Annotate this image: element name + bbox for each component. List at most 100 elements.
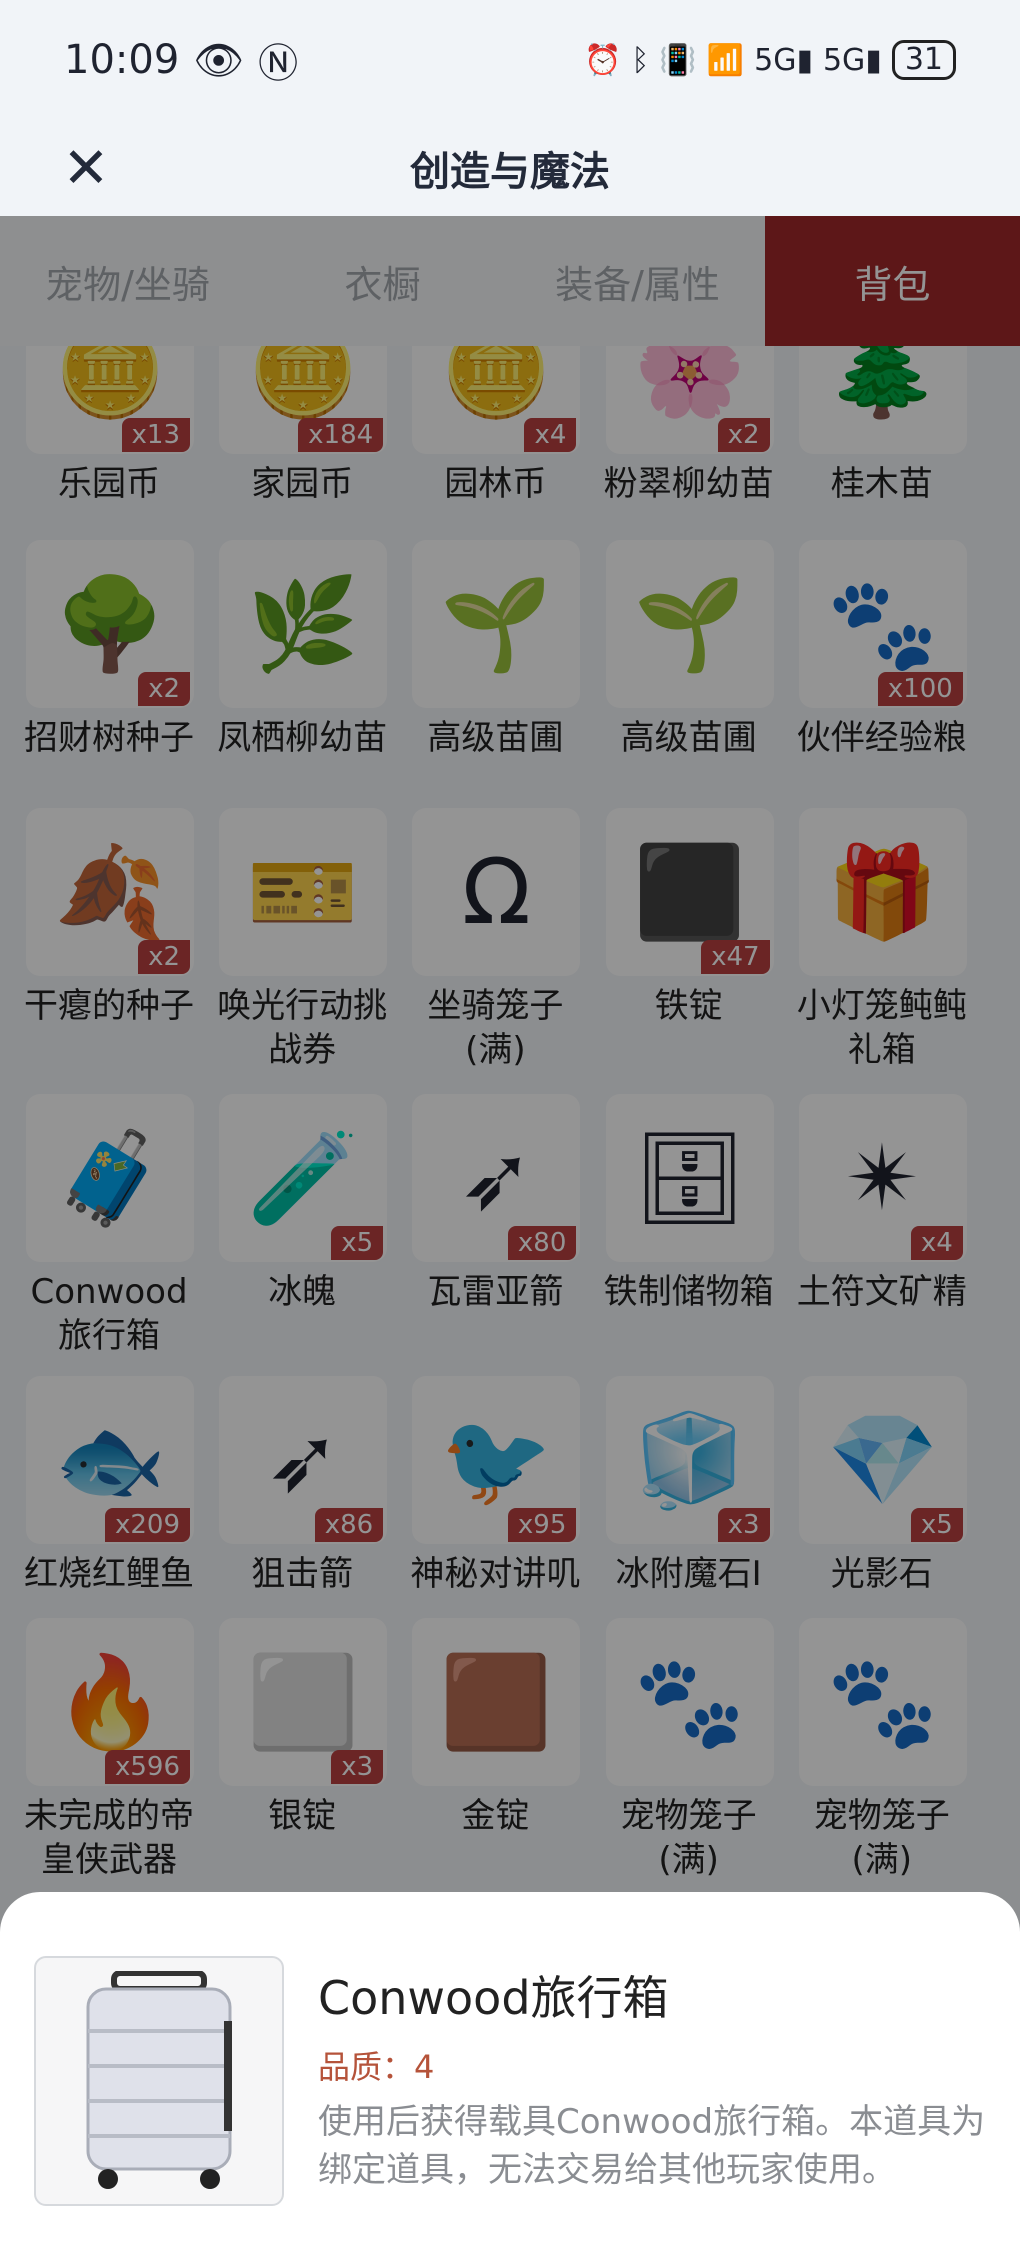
item-name: 唤光行动挑战券 (217, 986, 388, 1070)
item-name: 桂木苗 (830, 464, 933, 504)
item-name: 粉翠柳幼苗 (603, 464, 774, 504)
item-count-badge: x47 (701, 940, 770, 974)
silver-ingot-icon: ⬜ x3 (219, 1618, 388, 1786)
tab-bar: 宠物/坐骑 衣橱 装备/属性 背包 (0, 216, 1020, 346)
mount-cage-icon: Ω (412, 808, 581, 976)
item-quality: 品质：4 (318, 2048, 435, 2086)
item-name: 宠物笼子(满) (620, 1796, 757, 1880)
close-icon[interactable]: ✕ (54, 120, 118, 216)
item-name: 凤栖柳幼苗 (217, 718, 388, 758)
item-count-badge: x2 (138, 672, 190, 706)
gold-coin-icon: 🪙 x184 (219, 346, 388, 454)
item-name: 干瘪的种子 (24, 986, 194, 1026)
signal-5g-icon: 5G▮ (822, 42, 882, 78)
stone-icon: 💎 x5 (798, 1376, 967, 1544)
fish-dish-icon: 🐟 x209 (26, 1376, 194, 1544)
eye-icon: 👁 (193, 37, 245, 84)
item-name: 高级苗圃 (620, 718, 757, 758)
item-name: 神秘对讲叽 (410, 1554, 581, 1594)
seed-bag-icon: 🌳 x2 (26, 540, 194, 708)
item-description: 使用后获得载具Conwood旅行箱。本道具为绑定道具，无法交易给其他玩家使用。 (318, 2102, 986, 2190)
item-name: 园林币 (444, 464, 547, 504)
bluetooth-icon: ᛒ (631, 42, 650, 78)
iron-ingot-icon: ⬛ x47 (605, 808, 774, 976)
item-name: 瓦雷亚箭 (427, 1272, 564, 1312)
gold-coin-icon: 🪙 x4 (412, 346, 581, 454)
item-name: 小灯笼鲀鲀礼箱 (796, 986, 967, 1070)
item-name: 铁锭 (654, 986, 723, 1026)
item-count-badge: x184 (298, 418, 384, 452)
status-time: 10:09 (64, 37, 180, 83)
item-count-badge: x86 (314, 1508, 384, 1542)
item-name: 红烧红鲤鱼 (24, 1554, 194, 1594)
seed-packet-icon: 🌿 (219, 540, 388, 708)
item-name: 银锭 (268, 1796, 337, 1836)
inventory-grid: 🪙 x13 乐园币 🪙 x184 家园币 🪙 x4 园林币 🌸 x2 粉翠柳幼苗 🌲 桂木苗 🌳 x2 招财树种… (20, 346, 1010, 1896)
gold-coin-icon: 🪙 x13 (26, 346, 194, 454)
suitcase-icon: 🧳 (26, 1094, 194, 1262)
arrow-icon: ➶ x86 (219, 1376, 388, 1544)
item-name: Conwood旅行箱 (30, 1272, 188, 1356)
status-right: ⏰ ᛒ 📳 📶 5G▮ 5G▮ 31 (584, 40, 956, 80)
item-count-badge: x2 (138, 940, 190, 974)
arrow-icon: ➶ x80 (412, 1094, 581, 1262)
item-name: 冰附魔石I (615, 1554, 762, 1594)
tab-1[interactable]: 衣橱 (255, 216, 510, 346)
dried-seed-icon: 🍂 x2 (26, 808, 194, 976)
page-title: 创造与魔法 (410, 149, 610, 195)
crystal-icon: ✴ x4 (798, 1094, 967, 1262)
item-count-badge: x209 (104, 1508, 190, 1542)
item-count-badge: x13 (121, 418, 190, 452)
item-name: 土符文矿精 (796, 1272, 967, 1312)
item-name: 高级苗圃 (427, 718, 564, 758)
item-name: 铁制储物箱 (603, 1272, 774, 1312)
gold-ingot-icon: 🟫 (412, 1618, 581, 1786)
pet-cage-icon: 🐾 (605, 1618, 774, 1786)
item-count-badge: x596 (104, 1750, 190, 1784)
item-name: 未完成的帝皇侠武器 (24, 1796, 194, 1880)
garden-fence-icon: 🌱 (605, 540, 774, 708)
alarm-icon: ⏰ (584, 42, 622, 78)
storage-box-icon: 🗄 (605, 1094, 774, 1262)
item-name: 招财树种子 (24, 718, 194, 758)
battery-icon: 31 (891, 40, 956, 80)
item-count-badge: x5 (331, 1226, 384, 1260)
item-count-badge: x4 (910, 1226, 963, 1260)
item-name: 伙伴经验粮 (796, 718, 967, 758)
vibrate-icon: 📳 (659, 42, 697, 78)
ticket-icon: 🎫 (219, 808, 388, 976)
tab-3[interactable]: 背包 (765, 216, 1020, 346)
item-title: Conwood旅行箱 (318, 1971, 669, 2025)
item-count-badge: x2 (717, 418, 770, 452)
item-name: 宠物笼子(满) (813, 1796, 950, 1880)
item-count-badge: x100 (877, 672, 963, 706)
item-name: 光影石 (830, 1554, 933, 1594)
item-name: 家园币 (251, 464, 354, 504)
tab-0[interactable]: 宠物/坐骑 (0, 216, 255, 346)
status-bar: 10:09 👁 Ⓝ ⏰ ᛒ 📳 📶 5G▮ 5G▮ 31 (0, 0, 1020, 120)
gift-box-icon: 🎁 (798, 808, 967, 976)
item-count-badge: x80 (507, 1226, 577, 1260)
item-count-badge: x4 (524, 418, 577, 452)
signal-5g-icon: 5G▮ (754, 42, 813, 78)
garden-fence-icon: 🌱 (412, 540, 581, 708)
nfc-icon: Ⓝ (258, 41, 299, 87)
paw-bag-icon: 🐾 x100 (798, 540, 967, 708)
wifi-icon: 📶 (706, 42, 745, 78)
item-count-badge: x3 (331, 1750, 384, 1784)
tab-2[interactable]: 装备/属性 (510, 216, 765, 346)
suitcase-icon (34, 1956, 284, 2206)
item-name: 金锭 (461, 1796, 530, 1836)
app-header: ✕ 创造与魔法 (0, 120, 1020, 216)
potion-icon: 🧪 x5 (219, 1094, 388, 1262)
item-count-badge: x5 (910, 1508, 963, 1542)
fire-weapon-icon: 🔥 x596 (26, 1618, 194, 1786)
item-name: 冰魄 (268, 1272, 337, 1312)
bird-radio-icon: 🐦 x95 (412, 1376, 581, 1544)
seed-packet-icon: 🌲 (798, 346, 967, 454)
item-name: 狙击箭 (251, 1554, 354, 1594)
pet-cage-icon: 🐾 (798, 1618, 967, 1786)
status-left: 10:09 👁 Ⓝ (64, 31, 298, 89)
item-detail-panel: Conwood旅行箱 品质：4 使用后获得载具Conwood旅行箱。本道具为绑定… (0, 1892, 1020, 2264)
item-count-badge: x3 (717, 1508, 770, 1542)
